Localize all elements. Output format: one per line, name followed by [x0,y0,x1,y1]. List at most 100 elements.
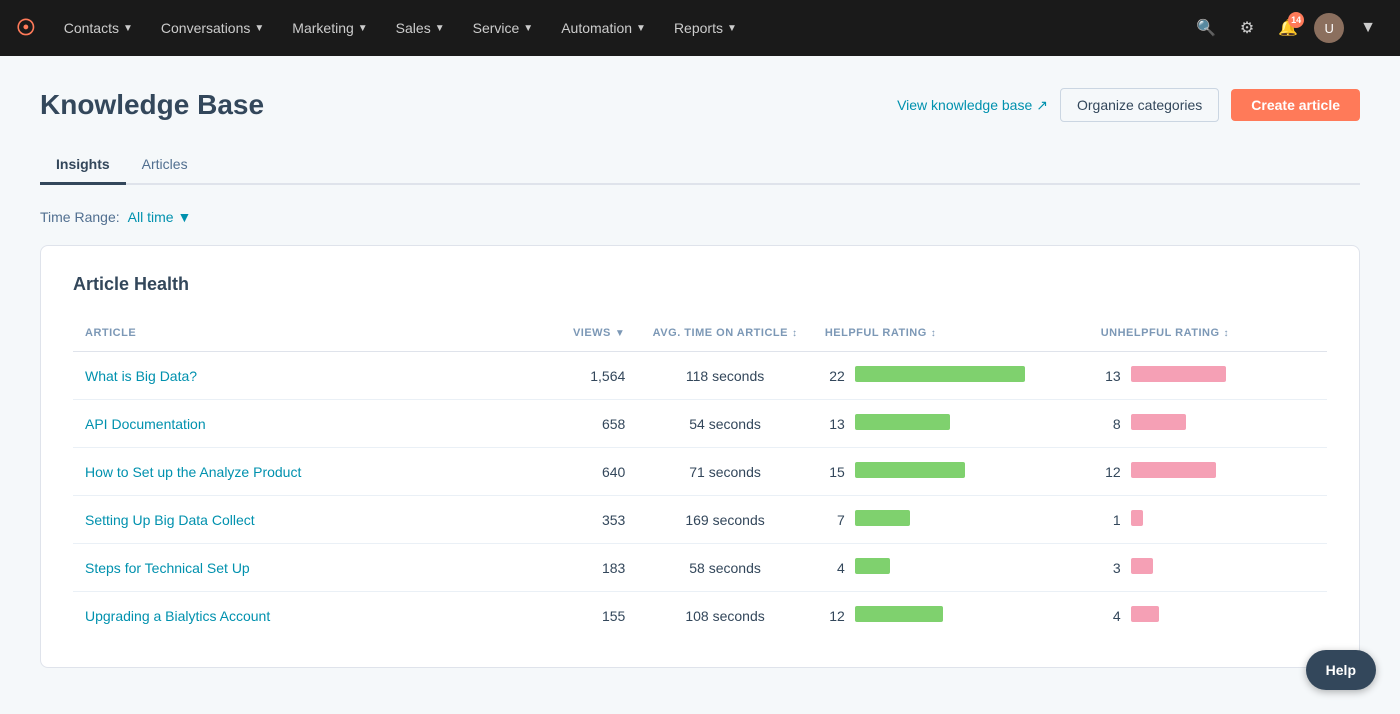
table-row: Steps for Technical Set Up 183 58 second… [73,544,1327,592]
unhelpful-bar-container [1131,366,1315,385]
unhelpful-rating-cell: 12 [1089,448,1327,496]
create-article-button[interactable]: Create article [1231,89,1360,121]
column-avg-time[interactable]: Avg. Time on Article ↕ [653,327,798,339]
header-actions: View knowledge base ↗ Organize categorie… [897,88,1360,122]
unhelpful-number: 3 [1101,560,1121,576]
unhelpful-number: 1 [1101,512,1121,528]
unhelpful-bar [1131,414,1186,430]
helpful-number: 22 [825,368,845,384]
help-button[interactable]: Help [1306,650,1376,690]
unhelpful-bar-container [1131,462,1315,481]
unhelpful-rating-cell: 3 [1089,544,1327,592]
helpful-bar [855,606,943,622]
unhelpful-rating-cell: 8 [1089,400,1327,448]
top-navigation: ☉ Contacts ▼ Conversations ▼ Marketing ▼… [0,0,1400,56]
unhelpful-number: 13 [1101,368,1121,384]
nav-marketing[interactable]: Marketing ▼ [280,12,379,44]
organize-categories-button[interactable]: Organize categories [1060,88,1219,122]
article-link[interactable]: API Documentation [85,416,206,432]
article-cell: Upgrading a Bialytics Account [73,592,512,640]
chevron-down-icon: ▼ [523,23,533,34]
user-menu-chevron[interactable]: ▼ [1352,11,1384,45]
article-link[interactable]: How to Set up the Analyze Product [85,464,301,480]
unhelpful-bar [1131,606,1159,622]
table-row: What is Big Data? 1,564 118 seconds 22 1… [73,352,1327,400]
article-link[interactable]: Upgrading a Bialytics Account [85,608,270,624]
helpful-number: 4 [825,560,845,576]
table-row: How to Set up the Analyze Product 640 71… [73,448,1327,496]
tab-insights[interactable]: Insights [40,146,126,185]
table-row: API Documentation 658 54 seconds 13 8 [73,400,1327,448]
article-link[interactable]: Steps for Technical Set Up [85,560,250,576]
unhelpful-number: 12 [1101,464,1121,480]
search-button[interactable]: 🔍 [1188,10,1224,46]
helpful-bar-container [855,510,1077,529]
unhelpful-bar-container [1131,606,1315,625]
table-row: Upgrading a Bialytics Account 155 108 se… [73,592,1327,640]
sort-icon: ▼ [615,328,625,339]
article-link[interactable]: What is Big Data? [85,368,197,384]
nav-sales[interactable]: Sales ▼ [384,12,457,44]
sort-icon: ↕ [792,328,798,339]
helpful-bar [855,366,1025,382]
views-cell: 353 [512,496,637,544]
views-cell: 640 [512,448,637,496]
unhelpful-rating-cell: 4 [1089,592,1327,640]
unhelpful-bar [1131,462,1216,478]
external-link-icon: ↗ [1036,97,1048,114]
helpful-rating-cell: 22 [813,352,1089,400]
page-header: Knowledge Base View knowledge base ↗ Org… [40,88,1360,122]
column-helpful[interactable]: Helpful Rating ↕ [825,327,936,339]
views-cell: 658 [512,400,637,448]
helpful-bar [855,558,890,574]
chevron-down-icon: ▼ [435,23,445,34]
sort-icon: ↕ [1224,328,1230,339]
helpful-rating-cell: 4 [813,544,1089,592]
column-unhelpful[interactable]: Unhelpful Rating ↕ [1101,327,1229,339]
chevron-down-icon: ▼ [178,209,192,225]
unhelpful-rating-cell: 1 [1089,496,1327,544]
notifications-button[interactable]: 🔔 14 [1270,10,1306,46]
nav-automation[interactable]: Automation ▼ [549,12,658,44]
unhelpful-bar [1131,510,1143,526]
tabs: Insights Articles [40,146,1360,185]
helpful-rating-cell: 12 [813,592,1089,640]
avatar[interactable]: U [1314,13,1344,43]
article-link[interactable]: Setting Up Big Data Collect [85,512,255,528]
helpful-bar [855,462,965,478]
unhelpful-number: 8 [1101,416,1121,432]
unhelpful-bar-container [1131,558,1315,577]
nav-reports[interactable]: Reports ▼ [662,12,749,44]
table-row: Setting Up Big Data Collect 353 169 seco… [73,496,1327,544]
unhelpful-number: 4 [1101,608,1121,624]
helpful-rating-cell: 7 [813,496,1089,544]
view-knowledge-base-link[interactable]: View knowledge base ↗ [897,97,1048,114]
helpful-bar-container [855,606,1077,625]
nav-contacts[interactable]: Contacts ▼ [52,12,145,44]
unhelpful-bar-container [1131,414,1315,433]
helpful-number: 13 [825,416,845,432]
page-title: Knowledge Base [40,89,264,121]
unhelpful-bar-container [1131,510,1315,529]
helpful-rating-cell: 13 [813,400,1089,448]
avg-time-cell: 54 seconds [637,400,813,448]
nav-right-actions: 🔍 ⚙ 🔔 14 U ▼ [1188,10,1384,46]
hubspot-logo[interactable]: ☉ [16,15,36,41]
helpful-bar-container [855,366,1077,385]
helpful-bar [855,510,910,526]
nav-conversations[interactable]: Conversations ▼ [149,12,276,44]
tab-articles[interactable]: Articles [126,146,204,185]
helpful-bar-container [855,558,1077,577]
time-range-label: Time Range: [40,209,120,225]
helpful-rating-cell: 15 [813,448,1089,496]
avg-time-cell: 169 seconds [637,496,813,544]
column-article: Article [85,327,136,339]
time-range-selector[interactable]: All time ▼ [128,209,192,225]
article-health-table: Article Views ▼ Avg. Time on Article ↕ [73,319,1327,639]
settings-button[interactable]: ⚙ [1232,10,1262,46]
helpful-number: 7 [825,512,845,528]
article-cell: How to Set up the Analyze Product [73,448,512,496]
nav-service[interactable]: Service ▼ [461,12,546,44]
column-views[interactable]: Views ▼ [573,327,625,339]
avg-time-cell: 71 seconds [637,448,813,496]
